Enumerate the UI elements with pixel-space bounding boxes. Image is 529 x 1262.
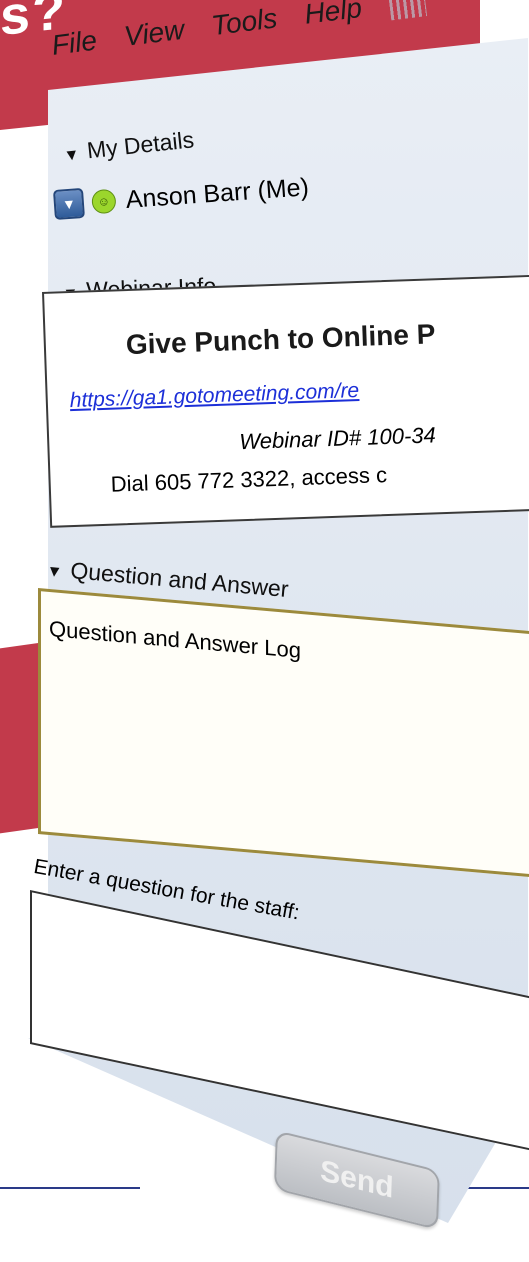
webinar-info-panel: Give Punch to Online P https://ga1.gotom… [42,274,529,528]
qa-log-panel[interactable]: Question and Answer Log [38,588,529,879]
qa-log-label: Question and Answer Log [49,615,301,664]
menu-help[interactable]: Help [303,0,364,30]
webinar-title: Give Punch to Online P [125,318,436,361]
divider-line-left [0,1187,140,1189]
attendee-checkbox-icon[interactable]: ▼ [52,187,85,220]
dial-in-info: Dial 605 772 3322, access c [110,462,388,497]
grip-icon[interactable] [387,0,427,20]
menu-tools[interactable]: Tools [210,2,279,41]
collapse-triangle-icon: ▼ [45,562,64,582]
webinar-link[interactable]: https://ga1.gotomeeting.com/re [69,379,359,413]
webinar-id: Webinar ID# 100-34 [238,422,437,455]
smiley-status-icon: ☺ [91,188,117,215]
menu-view[interactable]: View [122,14,186,52]
menu-file[interactable]: File [50,25,99,61]
collapse-triangle-icon: ▼ [62,146,81,165]
